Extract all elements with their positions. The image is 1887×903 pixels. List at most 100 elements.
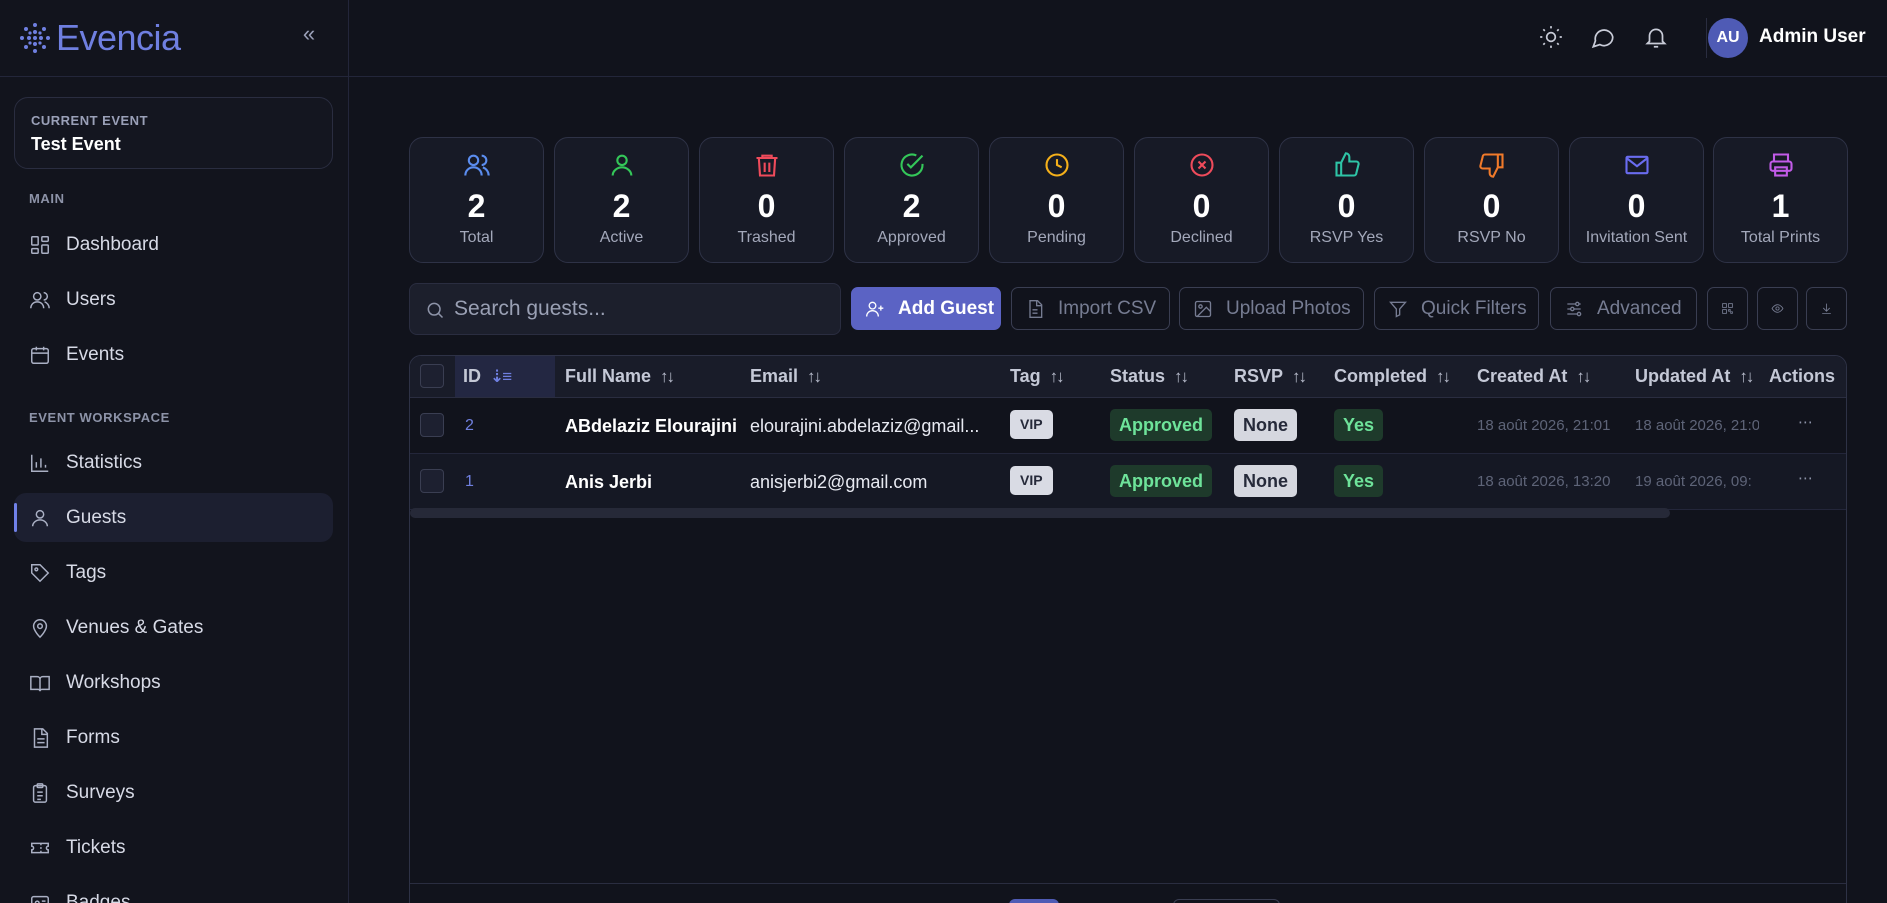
user-check-icon bbox=[611, 154, 632, 176]
theme-toggle[interactable] bbox=[1538, 24, 1564, 50]
row-checkbox[interactable] bbox=[420, 413, 444, 437]
page-button-active[interactable] bbox=[1009, 899, 1059, 903]
upload-photos-label: Upload Photos bbox=[1226, 297, 1351, 319]
stat-card-active[interactable]: 2 Active bbox=[554, 137, 689, 263]
column-header-email[interactable]: Email ↑↓ bbox=[750, 356, 822, 397]
column-header-full-name[interactable]: Full Name ↑↓ bbox=[565, 356, 675, 397]
sort-icon: ↑↓ bbox=[1292, 367, 1307, 386]
status-badge: Approved bbox=[1110, 409, 1213, 441]
calendar-icon bbox=[31, 346, 49, 364]
sort-icon: ↑↓ bbox=[1436, 367, 1451, 386]
quick-filters-button[interactable]: Quick Filters bbox=[1374, 287, 1539, 330]
column-header-tag[interactable]: Tag ↑↓ bbox=[1010, 356, 1065, 397]
table-row[interactable]: 2 ABdelaziz Elourajini elourajini.abdela… bbox=[410, 398, 1846, 454]
stat-value: 0 bbox=[1337, 188, 1356, 224]
stat-card-total-prints[interactable]: 1 Total Prints bbox=[1713, 137, 1848, 263]
stat-card-pending[interactable]: 0 Pending bbox=[989, 137, 1124, 263]
sort-desc-icon: ⇣≡ bbox=[490, 367, 512, 386]
badge-icon bbox=[31, 895, 49, 903]
row-checkbox[interactable] bbox=[420, 469, 444, 493]
bell-icon bbox=[1645, 28, 1667, 48]
filter-icon bbox=[1389, 301, 1407, 318]
map-pin-icon bbox=[32, 618, 48, 638]
table-header: ID ⇣≡ Full Name ↑↓ Email ↑↓ Tag ↑↓ Status ↑↓ … bbox=[410, 356, 1846, 398]
users-icon bbox=[463, 154, 490, 176]
stat-card-rsvp-yes[interactable]: 0 RSVP Yes bbox=[1279, 137, 1414, 263]
sidebar-item-venues[interactable]: Venues & Gates bbox=[14, 603, 333, 652]
import-csv-button[interactable]: Import CSV bbox=[1011, 287, 1170, 330]
avatar[interactable]: AU bbox=[1708, 18, 1748, 58]
sidebar-item-events[interactable]: Events bbox=[14, 330, 333, 379]
current-event-card[interactable]: CURRENT EVENT Test Event bbox=[14, 97, 333, 169]
sidebar-item-label: Statistics bbox=[66, 451, 143, 473]
add-guest-button[interactable]: Add Guest bbox=[851, 287, 1001, 330]
sidebar-item-label: Workshops bbox=[66, 671, 161, 693]
topbar: AU Admin User bbox=[349, 0, 1887, 77]
column-header-status[interactable]: Status ↑↓ bbox=[1110, 356, 1189, 397]
sidebar-item-label: Tags bbox=[66, 561, 107, 583]
sidebar-item-label: Badges bbox=[66, 891, 131, 903]
column-header-completed[interactable]: Completed ↑↓ bbox=[1334, 356, 1451, 397]
search-input[interactable] bbox=[454, 284, 834, 334]
logo: Evencia bbox=[0, 0, 348, 77]
sidebar-item-tags[interactable]: Tags bbox=[14, 548, 333, 597]
stat-value: 0 bbox=[1627, 188, 1646, 224]
completed-badge: Yes bbox=[1334, 465, 1384, 497]
stat-label: Invitation Sent bbox=[1585, 229, 1688, 246]
stat-card-total[interactable]: 2 Total bbox=[409, 137, 544, 263]
sidebar: Evencia « CURRENT EVENT Test Event MAIN … bbox=[0, 0, 349, 903]
stat-label: Declined bbox=[1170, 229, 1233, 246]
column-label: Full Name bbox=[565, 366, 652, 386]
brand-name: Evencia bbox=[56, 17, 181, 58]
column-header-created-at[interactable]: Created At ↑↓ bbox=[1477, 356, 1591, 397]
advanced-button[interactable]: Advanced bbox=[1550, 287, 1697, 330]
collapse-sidebar-icon[interactable]: « bbox=[298, 23, 320, 46]
stat-value: 1 bbox=[1771, 188, 1790, 224]
sort-icon: ↑↓ bbox=[1174, 367, 1189, 386]
users-icon bbox=[30, 291, 50, 308]
sidebar-item-workshops[interactable]: Workshops bbox=[14, 658, 333, 707]
column-label: Tag bbox=[1010, 366, 1041, 386]
sidebar-item-guests[interactable]: Guests bbox=[14, 493, 333, 542]
horizontal-scrollbar[interactable] bbox=[410, 508, 1670, 518]
stat-value: 2 bbox=[467, 188, 486, 224]
sidebar-item-users[interactable]: Users bbox=[14, 275, 333, 324]
sidebar-item-dashboard[interactable]: Dashboard bbox=[14, 220, 333, 269]
sidebar-item-label: Guests bbox=[66, 506, 127, 528]
stat-card-approved[interactable]: 2 Approved bbox=[844, 137, 979, 263]
qr-code-button[interactable] bbox=[1707, 287, 1748, 330]
column-header-id[interactable]: ID ⇣≡ bbox=[455, 356, 555, 397]
select-all-checkbox[interactable] bbox=[420, 364, 444, 388]
printer-icon bbox=[1768, 153, 1793, 177]
sidebar-item-statistics[interactable]: Statistics bbox=[14, 438, 333, 487]
tag-icon bbox=[31, 563, 50, 582]
sidebar-item-tickets[interactable]: Tickets bbox=[14, 823, 333, 872]
stat-card-rsvp-no[interactable]: 0 RSVP No bbox=[1424, 137, 1559, 263]
sidebar-item-surveys[interactable]: Surveys bbox=[14, 768, 333, 817]
column-label: Email bbox=[750, 366, 799, 386]
sidebar-item-label: Dashboard bbox=[66, 233, 159, 255]
stat-card-trashed[interactable]: 0 Trashed bbox=[699, 137, 834, 263]
view-button[interactable] bbox=[1757, 287, 1798, 330]
row-actions-icon[interactable]: ⋯ bbox=[1798, 454, 1813, 510]
form-icon bbox=[33, 727, 49, 748]
column-header-updated-at[interactable]: Updated At ↑↓ bbox=[1635, 356, 1754, 397]
download-button[interactable] bbox=[1806, 287, 1847, 330]
notifications-button[interactable] bbox=[1643, 24, 1669, 50]
add-guest-label: Add Guest bbox=[898, 297, 995, 319]
sidebar-item-forms[interactable]: Forms bbox=[14, 713, 333, 762]
page-size-select[interactable] bbox=[1173, 899, 1280, 903]
sort-icon: ↑↓ bbox=[807, 367, 822, 386]
sidebar-item-badges[interactable]: Badges bbox=[14, 878, 333, 903]
messages-button[interactable] bbox=[1590, 24, 1616, 50]
cell-email: anisjerbi2@gmail.com bbox=[750, 472, 928, 492]
table-row[interactable]: 1 Anis Jerbi anisjerbi2@gmail.com VIP Ap… bbox=[410, 454, 1846, 510]
stat-card-invitation-sent[interactable]: 0 Invitation Sent bbox=[1569, 137, 1704, 263]
completed-badge: Yes bbox=[1334, 409, 1384, 441]
sort-icon: ↑↓ bbox=[1049, 367, 1065, 386]
user-name[interactable]: Admin User bbox=[1759, 26, 1866, 48]
stat-card-declined[interactable]: 0 Declined bbox=[1134, 137, 1269, 263]
column-header-rsvp[interactable]: RSVP ↑↓ bbox=[1234, 356, 1307, 397]
row-actions-icon[interactable]: ⋯ bbox=[1798, 398, 1813, 454]
upload-photos-button[interactable]: Upload Photos bbox=[1179, 287, 1364, 330]
